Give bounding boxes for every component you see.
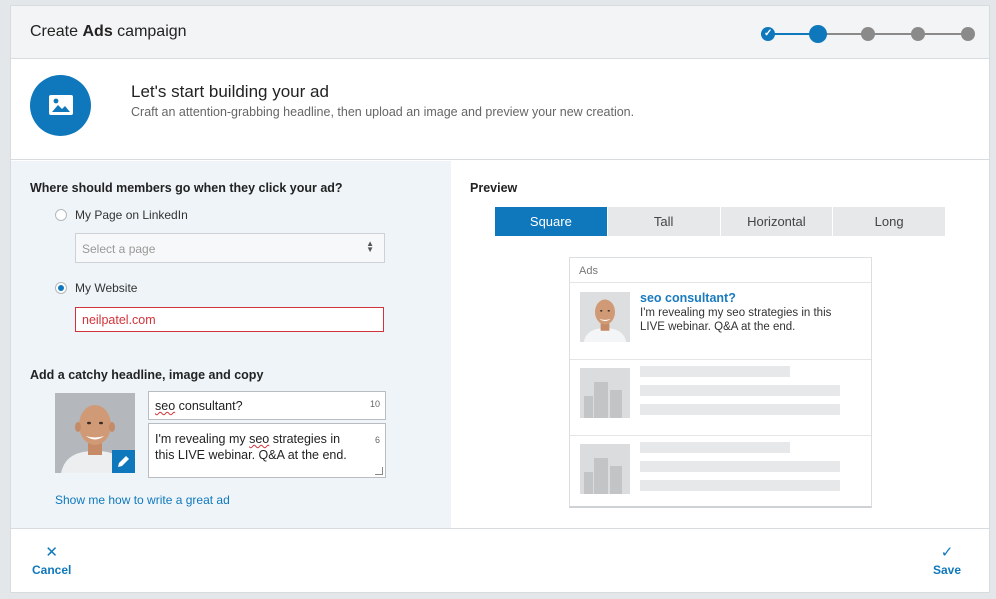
page-select[interactable]: Select a page ▲ ▼ [75, 233, 385, 263]
step-3 [861, 27, 875, 41]
step-2-current [809, 25, 827, 43]
ad-copy-field[interactable]: I'm revealing my seo strategies in this … [148, 423, 386, 478]
tab-long[interactable]: Long [833, 207, 945, 236]
headline-misspelled-word: seo [155, 399, 176, 413]
website-url-field[interactable]: neilpatel.com [75, 307, 384, 332]
progress-stepper: ✓ [751, 25, 975, 45]
intro-section: Let's start building your ad Craft an at… [11, 60, 989, 160]
copy-misspelled-word: seo [249, 432, 270, 446]
check-icon: ✓ [940, 544, 954, 561]
ad-preview-item: seo consultant? I'm revealing my seo str… [570, 284, 871, 360]
creative-section-title: Add a catchy headline, image and copy [30, 368, 264, 382]
tab-horizontal[interactable]: Horizontal [720, 207, 834, 236]
placeholder-bar [640, 442, 790, 453]
ad-preview-card: Ads seo consultant? I'm revealing my seo… [569, 257, 872, 508]
title-bold: Ads [82, 23, 113, 40]
website-url-value: neilpatel.com [82, 313, 156, 327]
tab-tall[interactable]: Tall [607, 207, 721, 236]
save-button[interactable]: ✓ Save [933, 543, 961, 577]
placeholder-bar [640, 404, 840, 415]
cancel-button[interactable]: ✕ Cancel [32, 543, 71, 577]
title-suffix: campaign [117, 23, 187, 40]
placeholder-bar [640, 366, 790, 377]
headline-field[interactable]: seo consultant? 10 [148, 391, 386, 420]
placeholder-bar [640, 385, 840, 396]
resize-handle-icon[interactable] [375, 467, 383, 475]
stepper-line-todo [817, 33, 961, 35]
preview-panel: Preview Square Tall Horizontal Long Ads [451, 161, 989, 528]
ad-preview-copy: I'm revealing my seo strategies in this … [640, 307, 832, 333]
dialog-footer: ✕ Cancel ✓ Save [11, 528, 989, 592]
destination-question: Where should members go when they click … [30, 181, 343, 195]
ad-preview-headline[interactable]: seo consultant? [640, 291, 736, 305]
intro-subtitle: Craft an attention-grabbing headline, th… [131, 105, 635, 119]
tab-square[interactable]: Square [495, 207, 608, 236]
help-link[interactable]: Show me how to write a great ad [55, 493, 230, 507]
close-icon: ✕ [45, 544, 58, 561]
radio-button-page[interactable] [55, 209, 67, 221]
image-icon [30, 75, 91, 136]
copy-text-end: this LIVE webinar. Q&A at the end. [155, 448, 347, 462]
building-icon [580, 444, 630, 494]
dialog-header: Create Ads campaign ✓ [11, 6, 989, 59]
step-4 [911, 27, 925, 41]
check-icon: ✓ [764, 28, 773, 39]
select-arrows-icon: ▲ ▼ [366, 239, 374, 254]
placeholder-bar [640, 461, 840, 472]
copy-text-start: I'm revealing my [155, 432, 250, 446]
placeholder-ad-1 [570, 360, 871, 436]
radio-label-page: My Page on LinkedIn [75, 208, 188, 222]
page-select-placeholder: Select a page [82, 242, 156, 256]
card-label: Ads [570, 258, 871, 283]
preview-format-tabs: Square Tall Horizontal Long [495, 207, 945, 236]
step-5 [961, 27, 975, 41]
campaign-dialog: Create Ads campaign ✓ Let's start buildi… [10, 5, 990, 593]
copy-char-count: 6 [374, 435, 380, 445]
pencil-icon [118, 456, 129, 467]
title-prefix: Create [30, 23, 79, 40]
cancel-label: Cancel [32, 563, 72, 577]
building-icon [580, 368, 630, 418]
intro-title: Let's start building your ad [131, 82, 329, 101]
radio-button-website[interactable] [55, 282, 67, 294]
placeholder-bar [640, 480, 840, 491]
headline-char-count: 10 [369, 399, 380, 409]
ad-thumbnail [580, 292, 630, 342]
edit-image-button[interactable] [112, 450, 135, 473]
page-title: Create Ads campaign [30, 23, 187, 41]
preview-title: Preview [470, 181, 518, 195]
save-label: Save [933, 563, 962, 577]
headline-text: consultant? [175, 399, 243, 413]
profile-photo-small [580, 292, 630, 342]
step-1-complete: ✓ [761, 27, 775, 41]
copy-text-middle: strategies in [269, 432, 341, 446]
ad-image-upload[interactable] [55, 393, 135, 473]
ad-editor-panel: Where should members go when they click … [11, 161, 451, 528]
radio-label-website: My Website [75, 281, 138, 295]
placeholder-ad-2 [570, 436, 871, 506]
